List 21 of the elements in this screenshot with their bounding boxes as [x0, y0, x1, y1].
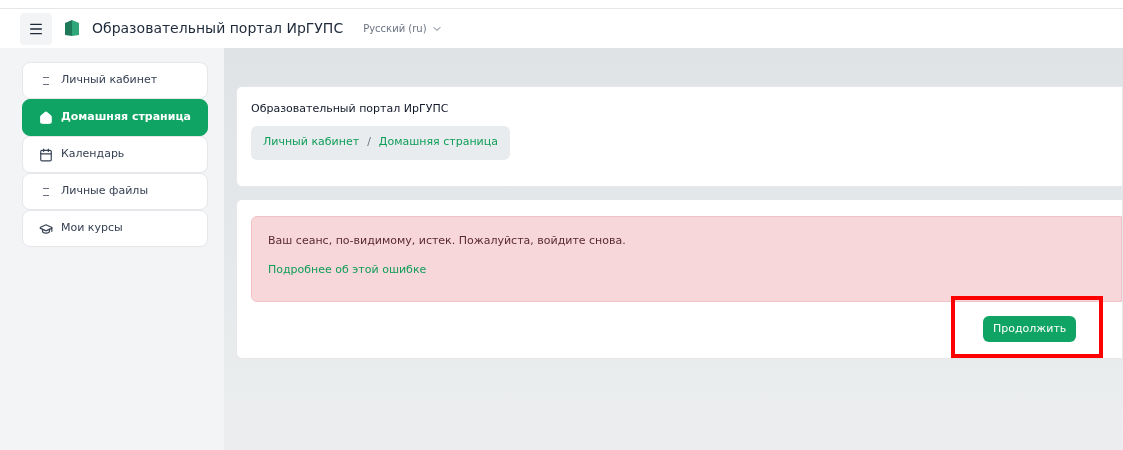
home-icon	[39, 110, 53, 125]
sidebar-item[interactable]: Личный кабинет	[22, 62, 208, 99]
breadcrumb-link[interactable]: Домашняя страница	[378, 134, 498, 151]
placeholder-glyph-icon	[43, 76, 49, 85]
sidebar-item[interactable]: Календарь	[22, 136, 208, 173]
menu-button[interactable]	[20, 12, 52, 45]
site-name[interactable]: Образовательный портал ИрГУПС	[92, 18, 344, 39]
page-title: Образовательный портал ИрГУПС	[251, 101, 450, 117]
language-menu[interactable]: Русский (ru)	[363, 21, 443, 36]
error-details-link[interactable]: Подробнее об этой ошибке	[268, 261, 427, 278]
sidebar-item[interactable]: Личные файлы	[22, 173, 208, 210]
sidebar-item[interactable]: Мои курсы	[22, 210, 208, 247]
breadcrumb-separator: /	[367, 134, 371, 151]
continue-button[interactable]: Продолжить	[983, 316, 1077, 342]
graduation-cap-icon	[39, 221, 53, 236]
breadcrumb-link[interactable]: Личный кабинет	[263, 134, 360, 151]
error-message: Ваш сеанс, по-видимому, истек. Пожалуйста, войдите снова.	[268, 233, 626, 249]
calendar-icon	[39, 147, 53, 162]
logo-icon	[64, 19, 80, 38]
sidebar-item[interactable]: Домашняя страница	[22, 99, 208, 136]
placeholder-glyph-icon	[43, 187, 49, 196]
